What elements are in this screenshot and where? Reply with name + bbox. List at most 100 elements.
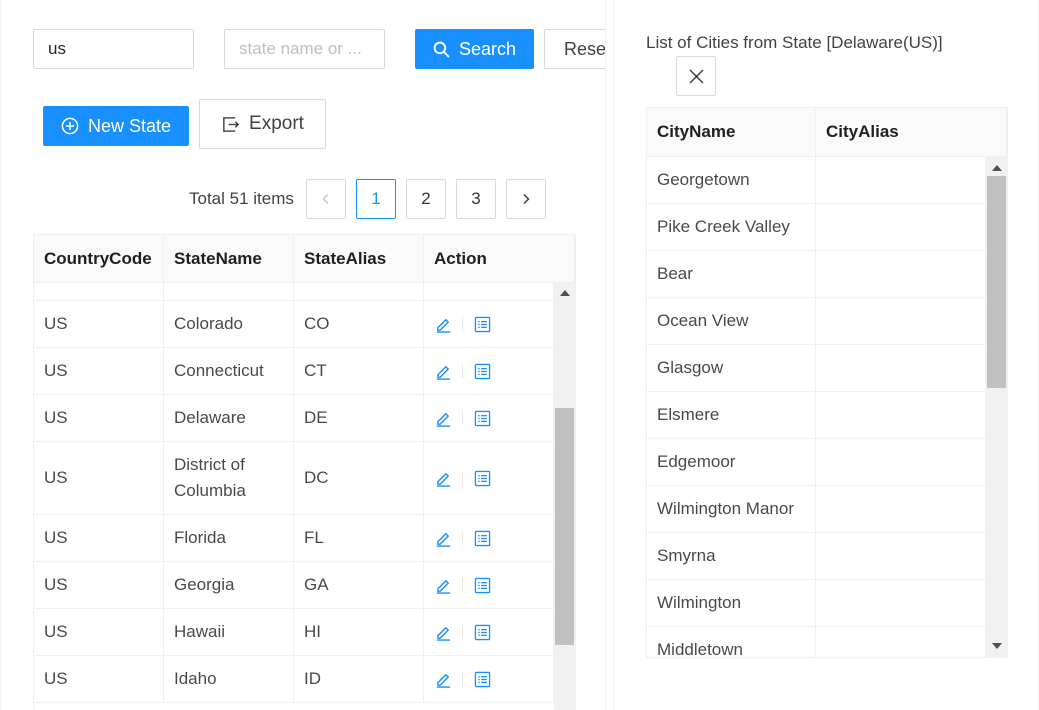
cell-statename: Delaware <box>164 395 294 441</box>
plus-circle-icon <box>61 117 79 135</box>
detail-list-icon[interactable] <box>473 362 491 380</box>
cell-cityalias <box>816 392 986 438</box>
cell-statealias: CT <box>294 348 424 394</box>
edit-icon[interactable] <box>434 409 452 427</box>
detail-list-icon[interactable] <box>473 623 491 641</box>
detail-list-icon[interactable] <box>473 409 491 427</box>
edit-icon[interactable] <box>434 529 452 547</box>
pagination-prev[interactable] <box>306 179 346 219</box>
states-scroll-thumb[interactable] <box>555 408 574 645</box>
detail-list-icon[interactable] <box>473 576 491 594</box>
edit-icon[interactable] <box>434 469 452 487</box>
cell-statealias: GA <box>294 562 424 608</box>
column-header-statealias[interactable]: StateAlias <box>294 235 424 282</box>
detail-list-icon[interactable] <box>473 529 491 547</box>
column-header-action: Action <box>424 235 575 282</box>
reset-button[interactable]: Reset <box>544 29 605 69</box>
search-button[interactable]: Search <box>415 29 534 69</box>
cities-scroll-up-icon[interactable] <box>986 161 1007 175</box>
edit-icon[interactable] <box>434 623 452 641</box>
pagination-total: Total 51 items <box>189 189 294 208</box>
edit-icon[interactable] <box>434 576 452 594</box>
scroll-up-icon[interactable] <box>554 286 575 300</box>
action-cell <box>424 283 554 300</box>
table-cell <box>164 283 294 300</box>
pagination-page-2[interactable]: 2 <box>406 179 446 219</box>
action-divider <box>462 578 463 592</box>
cities-panel: List of Cities from State [Delaware(US)]… <box>613 0 1039 710</box>
cell-countrycode: US <box>34 442 164 514</box>
table-row: US Hawaii HI <box>34 609 554 656</box>
pagination-page-3[interactable]: 3 <box>456 179 496 219</box>
export-icon <box>223 116 240 132</box>
cell-cityname: Bear <box>647 251 816 297</box>
action-cell <box>424 442 554 514</box>
action-cell <box>424 348 554 394</box>
table-row: US Georgia GA <box>34 562 554 609</box>
cell-statename: District of Columbia <box>164 442 294 514</box>
cell-statename: Georgia <box>164 562 294 608</box>
cell-statealias: DE <box>294 395 424 441</box>
action-divider <box>462 364 463 378</box>
new-state-button-label: New State <box>87 115 172 136</box>
table-row: Ocean View <box>647 298 986 345</box>
pagination-page-1[interactable]: 1 <box>356 179 396 219</box>
table-row: US Idaho ID <box>34 656 554 703</box>
cell-statename: Hawaii <box>164 609 294 655</box>
column-header-cityname[interactable]: CityName <box>647 108 816 156</box>
cell-cityname: Pike Creek Valley <box>647 204 816 250</box>
cell-cityalias <box>816 580 986 626</box>
edit-icon[interactable] <box>434 670 452 688</box>
table-row: US Connecticut CT <box>34 348 554 395</box>
table-row: Bear <box>647 251 986 298</box>
table-row: US Colorado CO <box>34 301 554 348</box>
cities-panel-title: List of Cities from State [Delaware(US)] <box>646 33 943 52</box>
table-cell <box>294 283 424 300</box>
detail-list-icon[interactable] <box>473 670 491 688</box>
pagination-next[interactable] <box>506 179 546 219</box>
action-cell <box>424 515 554 561</box>
detail-list-icon[interactable] <box>473 315 491 333</box>
table-row: US District of Columbia DC <box>34 442 554 515</box>
cell-cityname: Middletown <box>647 627 816 657</box>
action-divider <box>462 317 463 331</box>
states-scrollbar[interactable] <box>554 283 575 710</box>
cell-statealias: FL <box>294 515 424 561</box>
cell-countrycode: US <box>34 395 164 441</box>
cell-countrycode: US <box>34 515 164 561</box>
cell-cityname: Smyrna <box>647 533 816 579</box>
cell-countrycode: US <box>34 562 164 608</box>
column-header-countrycode[interactable]: CountryCode <box>34 235 164 282</box>
cell-cityname: Georgetown <box>647 157 816 203</box>
edit-icon[interactable] <box>434 315 452 333</box>
cell-statename: Connecticut <box>164 348 294 394</box>
search-button-label: Search <box>458 38 517 59</box>
state-name-input[interactable]: state name or ... <box>224 29 385 69</box>
cell-cityname: Wilmington Manor <box>647 486 816 532</box>
table-row: US Florida FL <box>34 515 554 562</box>
action-divider <box>462 672 463 686</box>
action-divider <box>462 625 463 639</box>
cities-table-header: CityName CityAlias <box>647 108 1007 157</box>
country-code-input[interactable]: us <box>33 29 194 69</box>
cell-cityname: Wilmington <box>647 580 816 626</box>
action-cell <box>424 656 554 702</box>
cell-statealias: DC <box>294 442 424 514</box>
column-header-cityalias[interactable]: CityAlias <box>816 108 1007 156</box>
new-state-button[interactable]: New State <box>43 106 189 146</box>
cities-scroll-thumb[interactable] <box>987 176 1006 388</box>
cell-cityalias <box>816 298 986 344</box>
cell-statename: Colorado <box>164 301 294 347</box>
states-table-header: CountryCode StateName StateAlias Action <box>34 235 575 283</box>
table-row: Pike Creek Valley <box>647 204 986 251</box>
detail-list-icon[interactable] <box>473 469 491 487</box>
cities-scrollbar[interactable] <box>986 157 1007 657</box>
cell-cityalias <box>816 204 986 250</box>
export-button[interactable]: Export <box>199 99 326 149</box>
export-button-label: Export <box>249 113 304 134</box>
column-header-statename[interactable]: StateName <box>164 235 294 282</box>
table-row: Edgemoor <box>647 439 986 486</box>
cities-scroll-down-icon[interactable] <box>986 639 1007 653</box>
close-cities-button[interactable] <box>676 56 716 96</box>
edit-icon[interactable] <box>434 362 452 380</box>
